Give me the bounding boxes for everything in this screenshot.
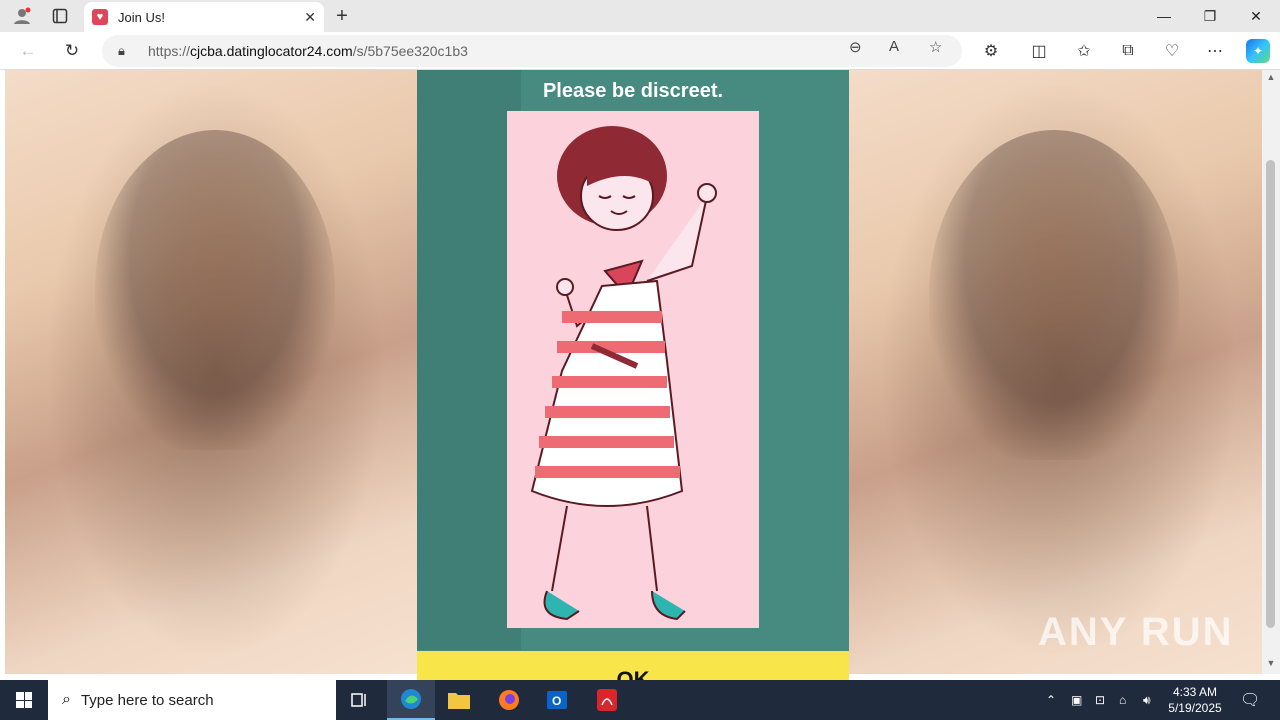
outlook-icon[interactable]: O (533, 680, 581, 720)
tab-title: Join Us! (118, 9, 165, 25)
copilot-icon[interactable]: ✦ (1246, 39, 1270, 63)
notifications-icon[interactable]: 🗨︎ (1240, 680, 1260, 720)
scroll-up-icon[interactable]: ▲ (1262, 72, 1280, 82)
read-aloud-icon[interactable]: A (889, 38, 899, 55)
split-screen-icon[interactable]: ◫ (1025, 37, 1053, 65)
taskbar-search[interactable]: ⌕ Type here to search (48, 680, 336, 720)
favorites-icon[interactable]: ✩ (1070, 37, 1098, 65)
navigation-bar: ← ↻ 🔒︎ https://cjcba.datinglocator24.com… (0, 32, 1280, 70)
tray-outlook-icon[interactable]: ▣ (1071, 680, 1082, 720)
page-scrollbar[interactable]: ▲ ▼ (1262, 70, 1280, 674)
profile-icon[interactable] (8, 4, 36, 28)
lock-icon: 🔒︎ (118, 43, 125, 58)
svg-text:O: O (552, 694, 561, 708)
search-icon: ⌕ (62, 691, 71, 708)
clock-date: 5/19/2025 (1168, 701, 1222, 715)
browser-essentials-icon[interactable]: ♡ (1158, 37, 1186, 65)
network-icon[interactable]: ⌂ (1119, 680, 1126, 720)
window-close-icon[interactable]: ✕ (1233, 0, 1279, 32)
tray-chevron-icon[interactable]: ⌃ (1046, 680, 1056, 720)
collections-icon[interactable]: ⧉ (1114, 37, 1142, 65)
address-bar[interactable]: 🔒︎ https://cjcba.datinglocator24.com/s/5… (102, 35, 962, 67)
refresh-icon[interactable]: ↻ (58, 37, 86, 65)
clock-time: 4:33 AM (1172, 685, 1218, 699)
restore-icon[interactable]: ❐ (1187, 0, 1233, 32)
search-placeholder: Type here to search (80, 691, 214, 709)
tray-device-icon[interactable]: ⊡ (1095, 680, 1105, 720)
task-view-icon[interactable] (336, 680, 384, 720)
new-tab-icon[interactable]: + (330, 4, 354, 28)
tab-strip: ♥ Join Us! ✕ + — ❐ ✕ (0, 0, 1280, 32)
extensions-icon[interactable]: ⚙ (977, 37, 1005, 65)
url-text: https://cjcba.datinglocator24.com/s/5b75… (148, 43, 468, 59)
taskbar-clock[interactable]: 4:33 AM 5/19/2025 (1160, 684, 1230, 716)
scrollbar-thumb[interactable] (1266, 160, 1275, 628)
minimize-icon[interactable]: — (1141, 0, 1187, 32)
heart-favicon-icon: ♥ (92, 9, 108, 25)
file-explorer-icon[interactable] (435, 680, 483, 720)
windows-logo-icon (16, 692, 32, 708)
ok-button[interactable]: OK (417, 651, 849, 680)
background-portrait-left (5, 70, 417, 674)
background-portrait-right (849, 70, 1262, 674)
volume-icon[interactable]: 🔊︎ (1143, 680, 1151, 720)
anyrun-watermark: ANY RUN (1038, 610, 1234, 654)
zoom-icon[interactable]: ⊖ (849, 38, 862, 56)
acrobat-icon[interactable] (583, 680, 631, 720)
firefox-icon[interactable] (485, 680, 533, 720)
favorite-star-icon[interactable]: ☆ (929, 38, 942, 56)
page-heading: Please be discreet. (542, 80, 724, 102)
taskbar: ⌕ Type here to search O ⌃ ▣ ⊡ ⌂ 🔊︎ 4:33 … (0, 680, 1280, 720)
edge-taskbar-icon[interactable] (387, 680, 435, 720)
back-icon[interactable]: ← (14, 37, 42, 65)
dancing-girl-illustration (507, 111, 759, 628)
page-viewport: Please be discreet. OK ANY RUN ▲ ▼ (0, 70, 1280, 680)
tab-join-us[interactable]: ♥ Join Us! ✕ (84, 2, 324, 32)
more-menu-icon[interactable]: ⋯ (1201, 37, 1229, 65)
close-tab-icon[interactable]: ✕ (304, 9, 316, 26)
tab-actions-icon[interactable] (46, 4, 74, 28)
scroll-down-icon[interactable]: ▼ (1262, 658, 1280, 668)
start-button[interactable] (0, 680, 48, 720)
